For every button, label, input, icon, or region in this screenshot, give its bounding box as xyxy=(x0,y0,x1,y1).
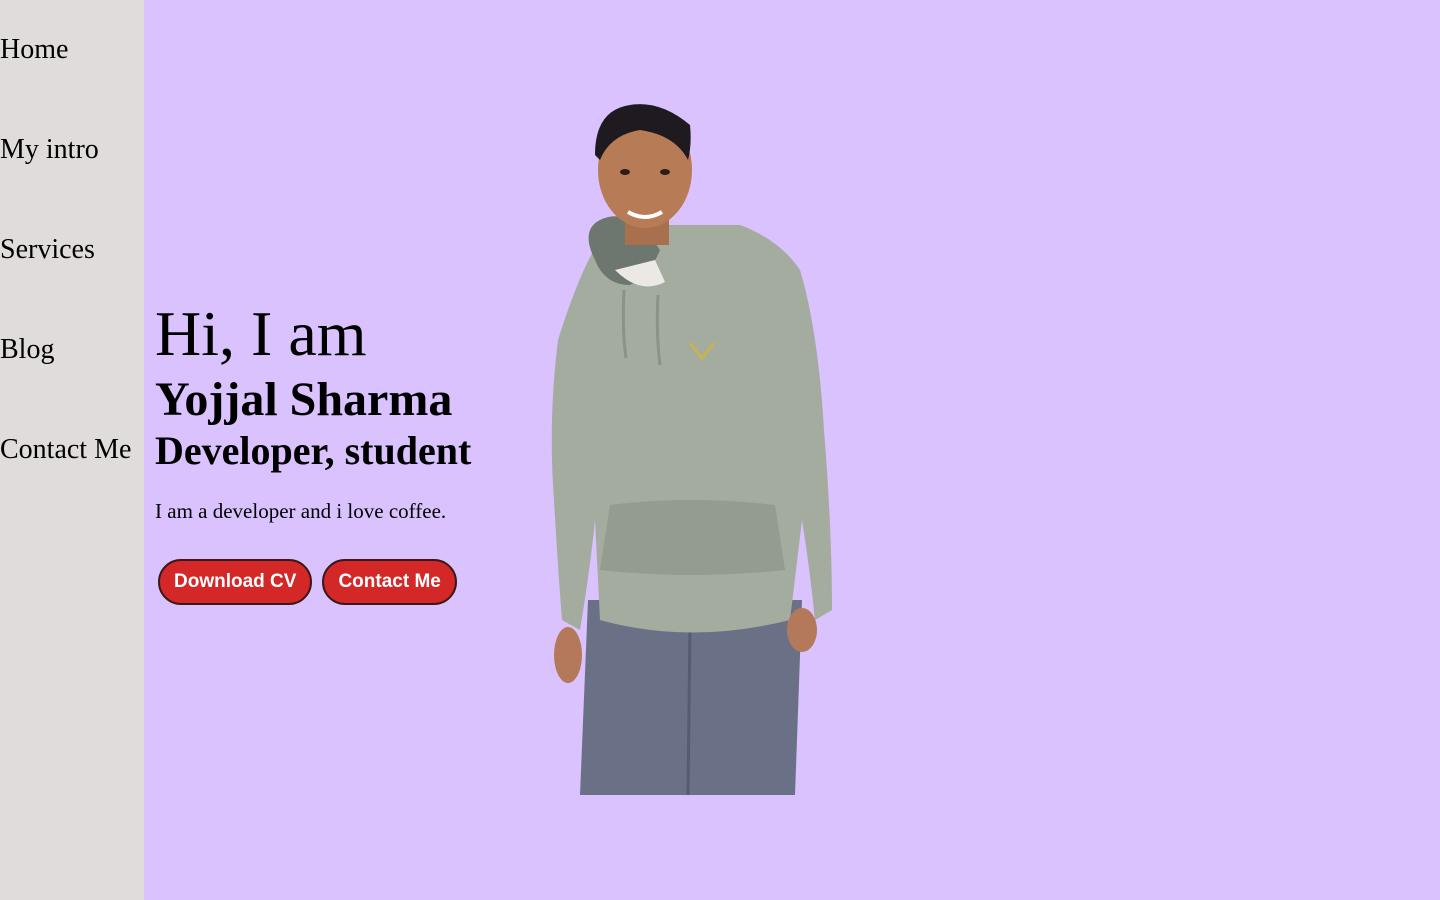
nav-item-home[interactable]: Home xyxy=(0,34,68,66)
profile-photo xyxy=(551,104,832,795)
nav-item-services[interactable]: Services xyxy=(0,234,95,266)
nav-item-my-intro[interactable]: My intro xyxy=(0,134,99,166)
download-cv-button[interactable]: Download CV xyxy=(158,559,313,605)
sidebar-nav: Home My intro Services Blog Contact Me xyxy=(0,0,144,900)
contact-me-button[interactable]: Contact Me xyxy=(322,559,457,605)
hero-greeting: Hi, I am xyxy=(155,298,367,369)
hero-actions: Download CV Contact Me xyxy=(158,559,457,605)
hero-bio: I am a developer and i love coffee. xyxy=(155,499,447,523)
hero-name: Yojjal Sharma xyxy=(155,373,453,426)
nav-item-blog[interactable]: Blog xyxy=(0,334,54,366)
hero-role: Developer, student xyxy=(155,428,472,473)
page: Home My intro Services Blog Contact Me H… xyxy=(0,0,1440,900)
hero-section: Hi, I am Yojjal Sharma Developer, studen… xyxy=(155,296,535,524)
nav-item-contact-me[interactable]: Contact Me xyxy=(0,434,131,466)
